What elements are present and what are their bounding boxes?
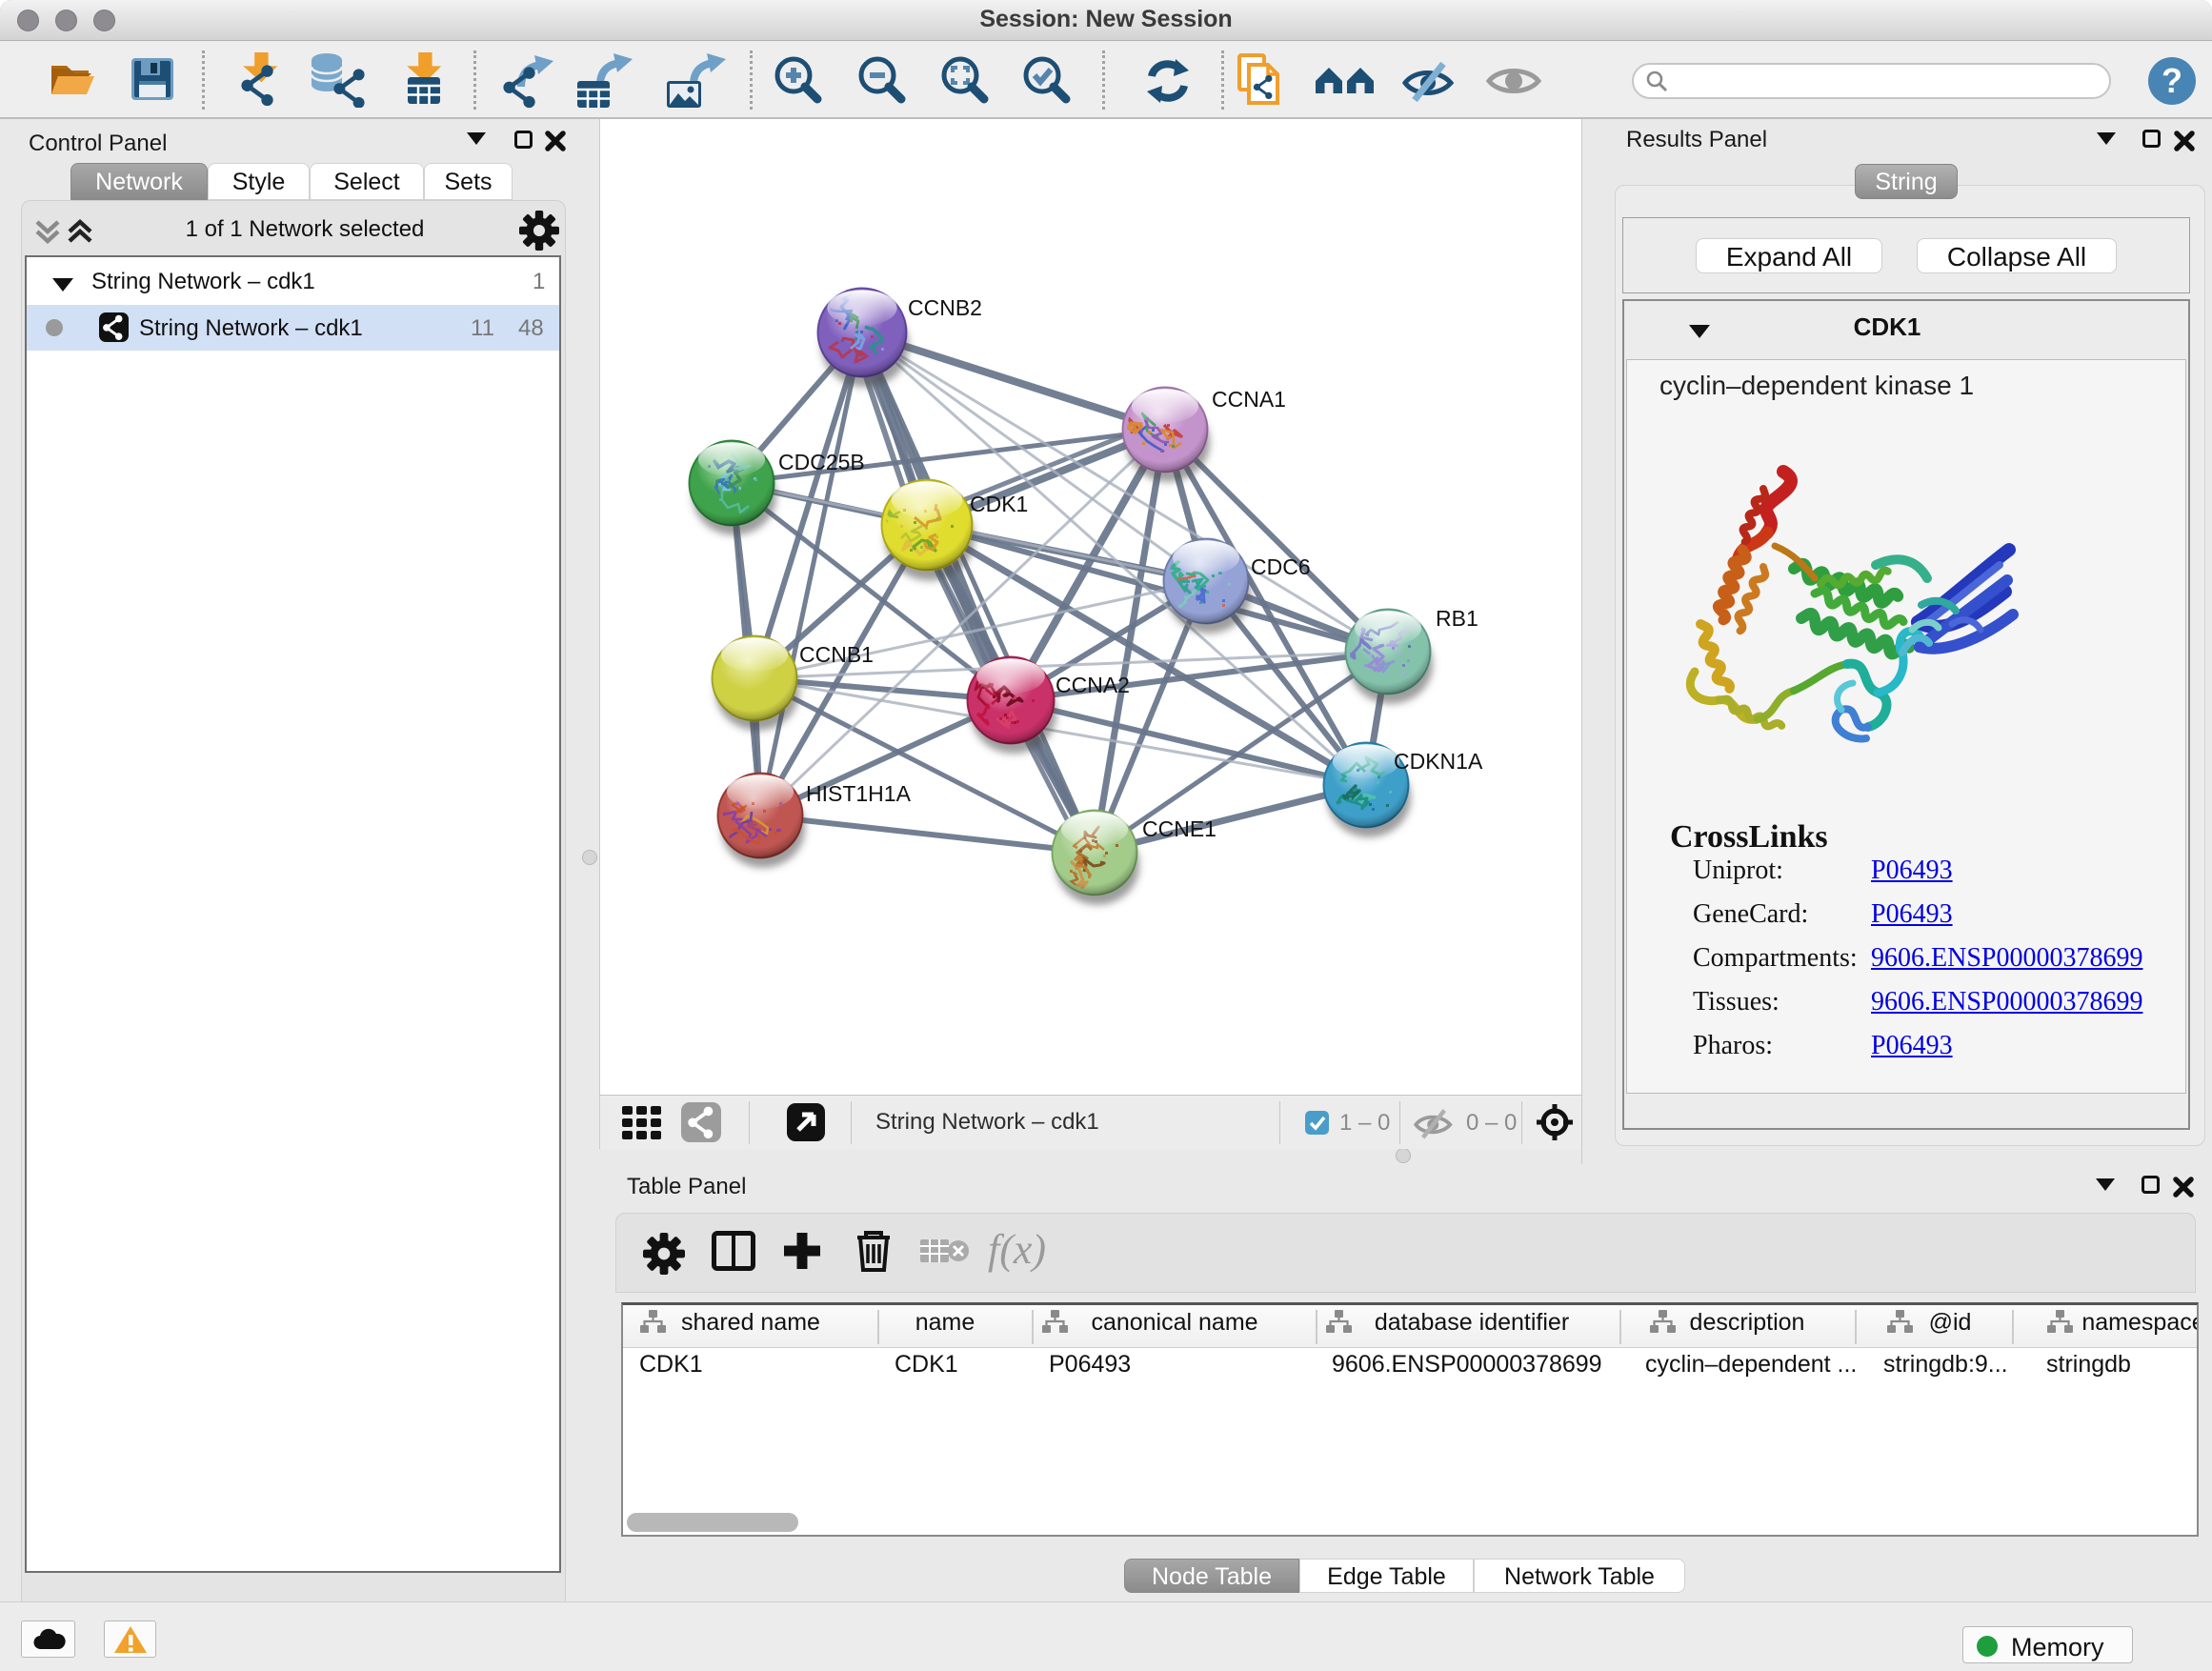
svg-text:CDC25B: CDC25B <box>778 450 865 474</box>
svg-text:CCNA2: CCNA2 <box>1056 673 1130 697</box>
svg-text:CCNB2: CCNB2 <box>908 295 982 320</box>
svg-text:CCNE1: CCNE1 <box>1142 816 1217 841</box>
svg-text:HIST1H1A: HIST1H1A <box>806 781 912 806</box>
svg-text:RB1: RB1 <box>1436 606 1478 631</box>
svg-text:CCNB1: CCNB1 <box>799 642 874 667</box>
svg-text:CDK1: CDK1 <box>970 492 1028 516</box>
svg-text:CDC6: CDC6 <box>1251 554 1311 579</box>
svg-text:CCNA1: CCNA1 <box>1212 387 1286 412</box>
svg-text:CDKN1A: CDKN1A <box>1394 749 1483 774</box>
